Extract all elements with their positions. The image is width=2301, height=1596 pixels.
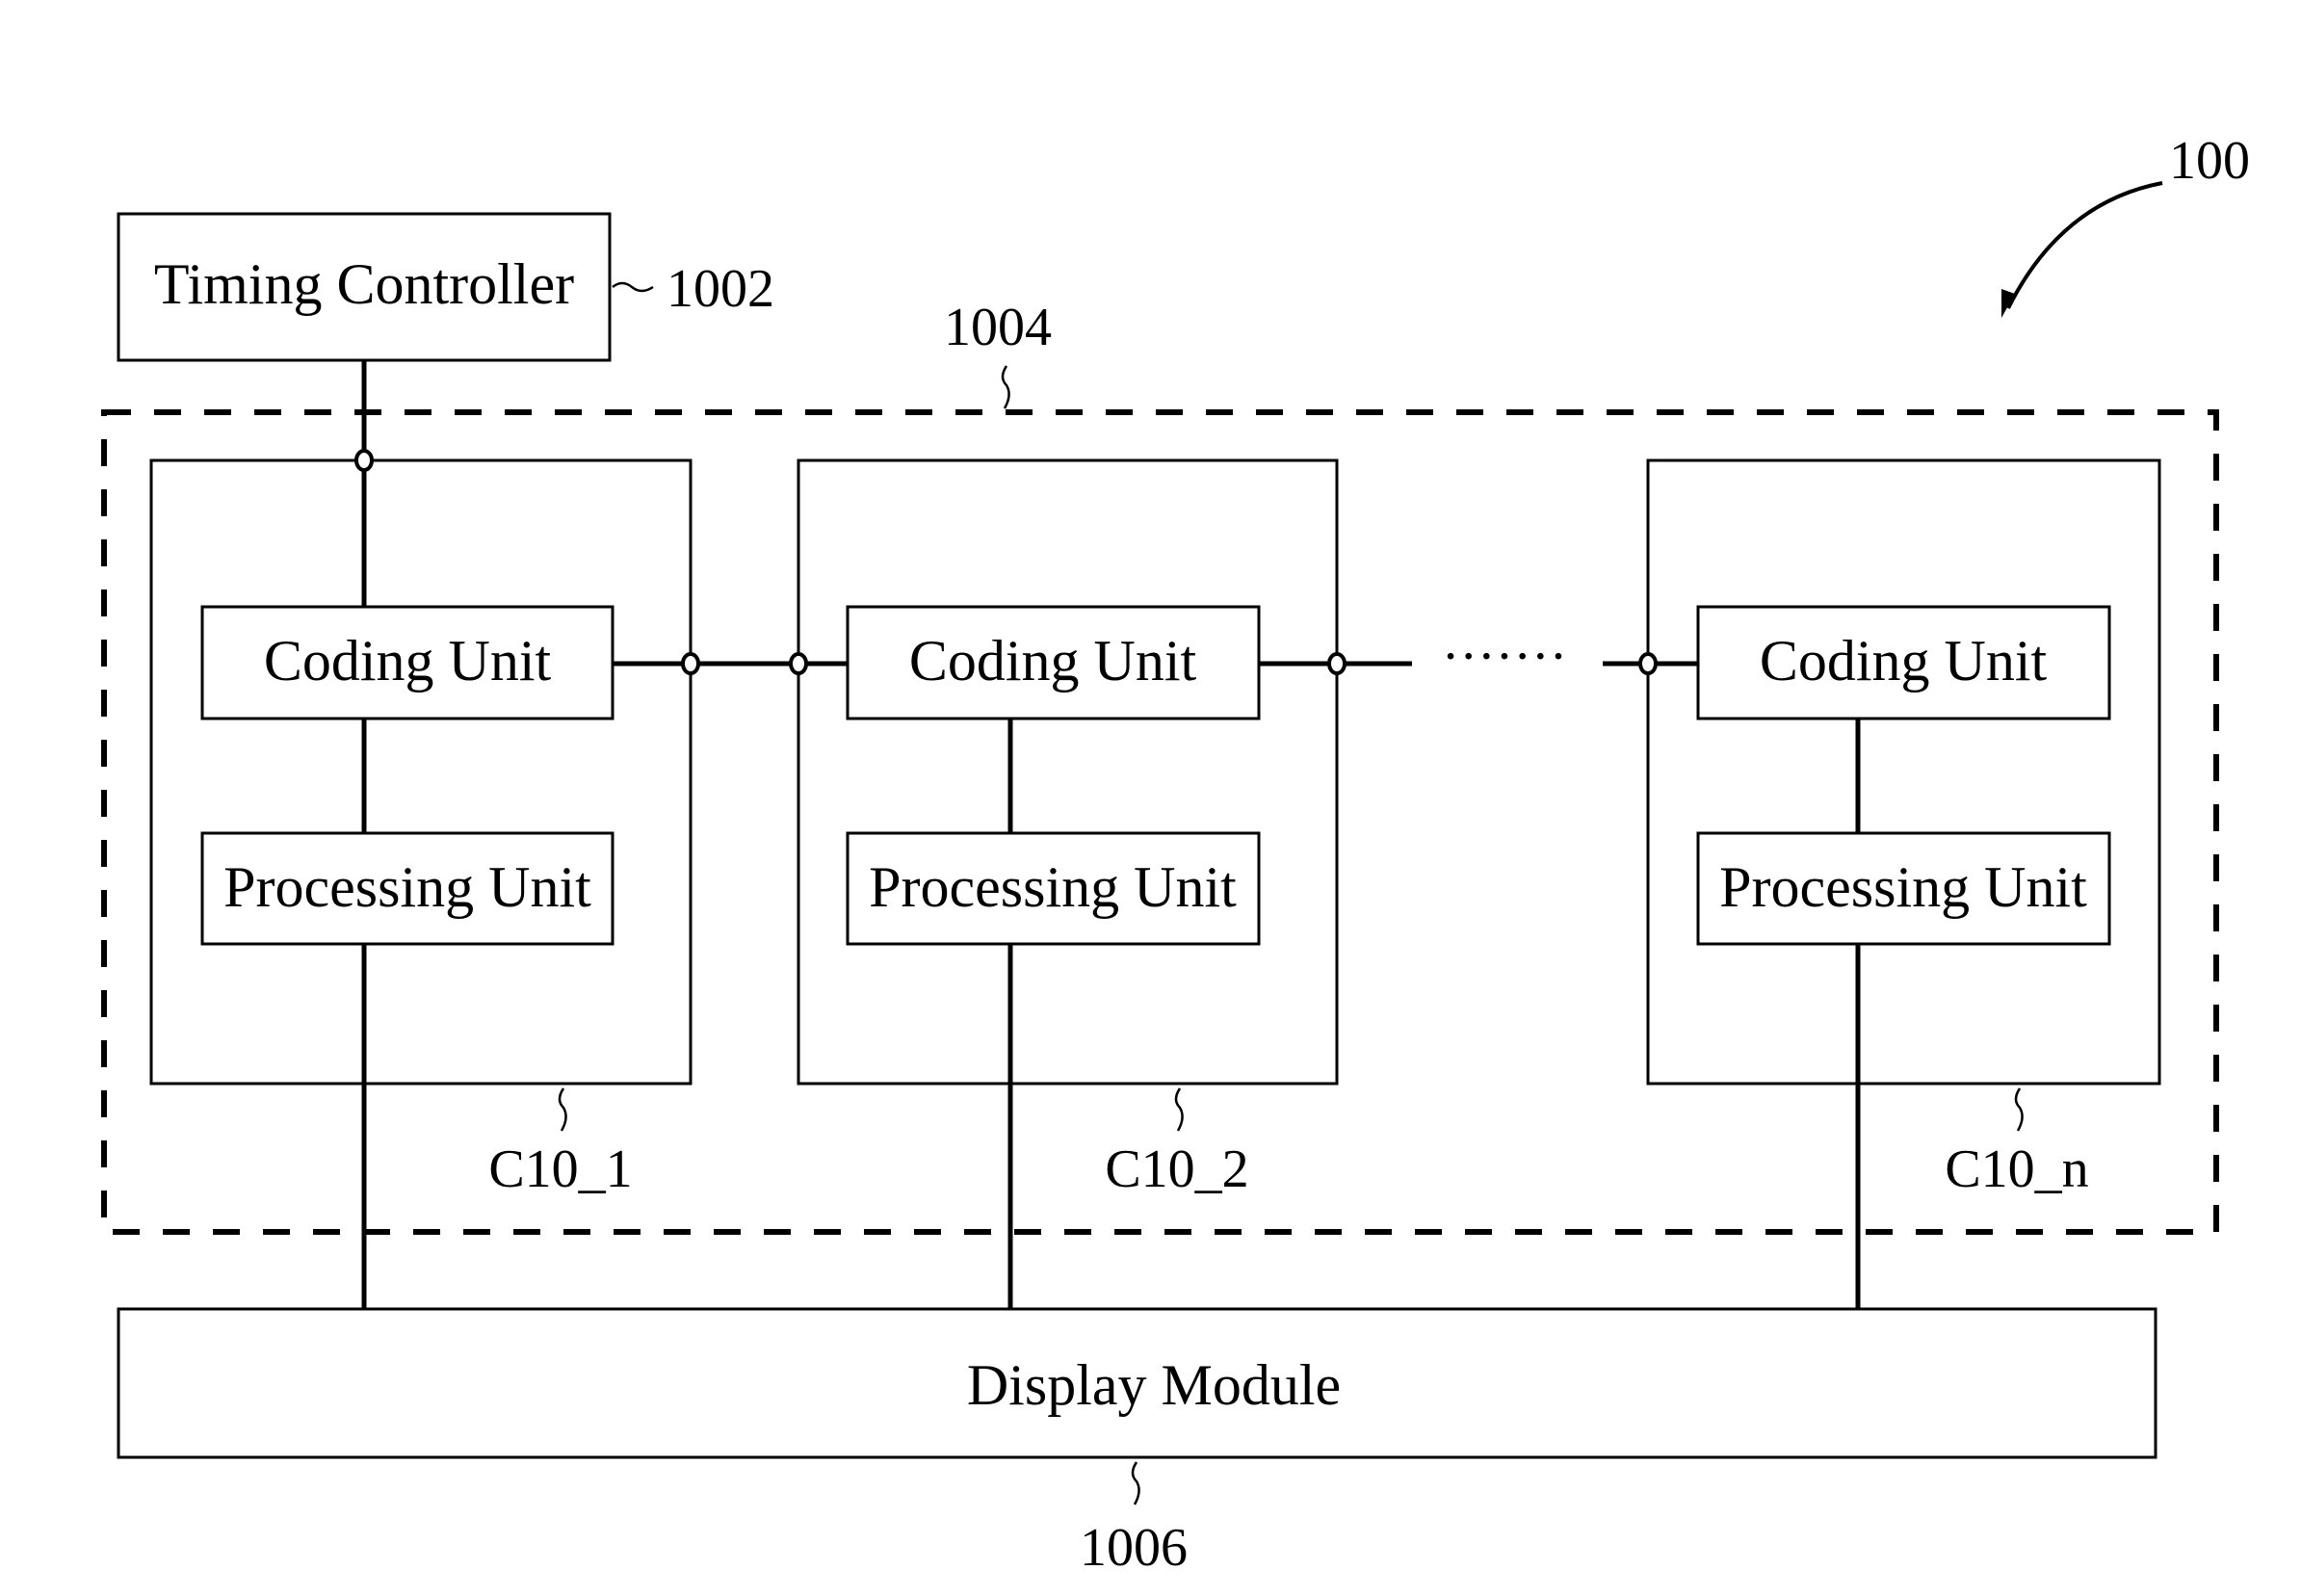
coding-group-dashed-border: [101, 409, 2219, 1235]
junction-icon: [681, 652, 700, 675]
processing-unit-1-label: Processing Unit: [223, 855, 591, 919]
block-diagram: 100 Timing Controller 1002 1004 Coding U…: [0, 0, 2301, 1596]
junction-icon: [789, 652, 808, 675]
block-c10-2-ref: C10_2: [1105, 1139, 1248, 1199]
figure-ref-arrow: [2006, 181, 2163, 309]
timing-controller-ref: 1002: [667, 259, 774, 319]
junction-icon: [1638, 652, 1658, 675]
display-module-ref: 1006: [1080, 1518, 1188, 1578]
leader-1006: [1131, 1461, 1140, 1505]
junction-icon: [354, 449, 374, 472]
block-c10-1-ref: C10_1: [488, 1139, 632, 1199]
group-ref-label: 1004: [944, 298, 1052, 357]
coding-unit-n-label: Coding Unit: [1760, 629, 2048, 693]
leader-c10-n: [2014, 1087, 2024, 1132]
junction-icon: [1327, 652, 1347, 675]
block-c10-n-ref: C10_n: [1945, 1139, 2088, 1199]
leader-1004: [1001, 365, 1010, 409]
figure-ref-label: 100: [2169, 131, 2250, 191]
diagram-canvas: 100 Timing Controller 1002 1004 Coding U…: [101, 131, 2250, 1578]
block-c10-1: [149, 458, 693, 1086]
leader-1002: [612, 281, 654, 293]
leader-c10-1: [558, 1087, 567, 1132]
ellipsis: ·······: [1442, 627, 1568, 687]
processing-unit-n-label: Processing Unit: [1719, 855, 2087, 919]
arrowhead-icon: [2001, 289, 2015, 318]
coding-unit-1-label: Coding Unit: [264, 629, 552, 693]
processing-unit-2-label: Processing Unit: [869, 855, 1237, 919]
block-c10-2: [797, 458, 1339, 1086]
display-module-label: Display Module: [967, 1353, 1341, 1417]
coding-unit-2-label: Coding Unit: [909, 629, 1197, 693]
timing-controller-label: Timing Controller: [154, 252, 574, 316]
leader-c10-2: [1174, 1087, 1184, 1132]
block-c10-n: [1646, 458, 2161, 1086]
